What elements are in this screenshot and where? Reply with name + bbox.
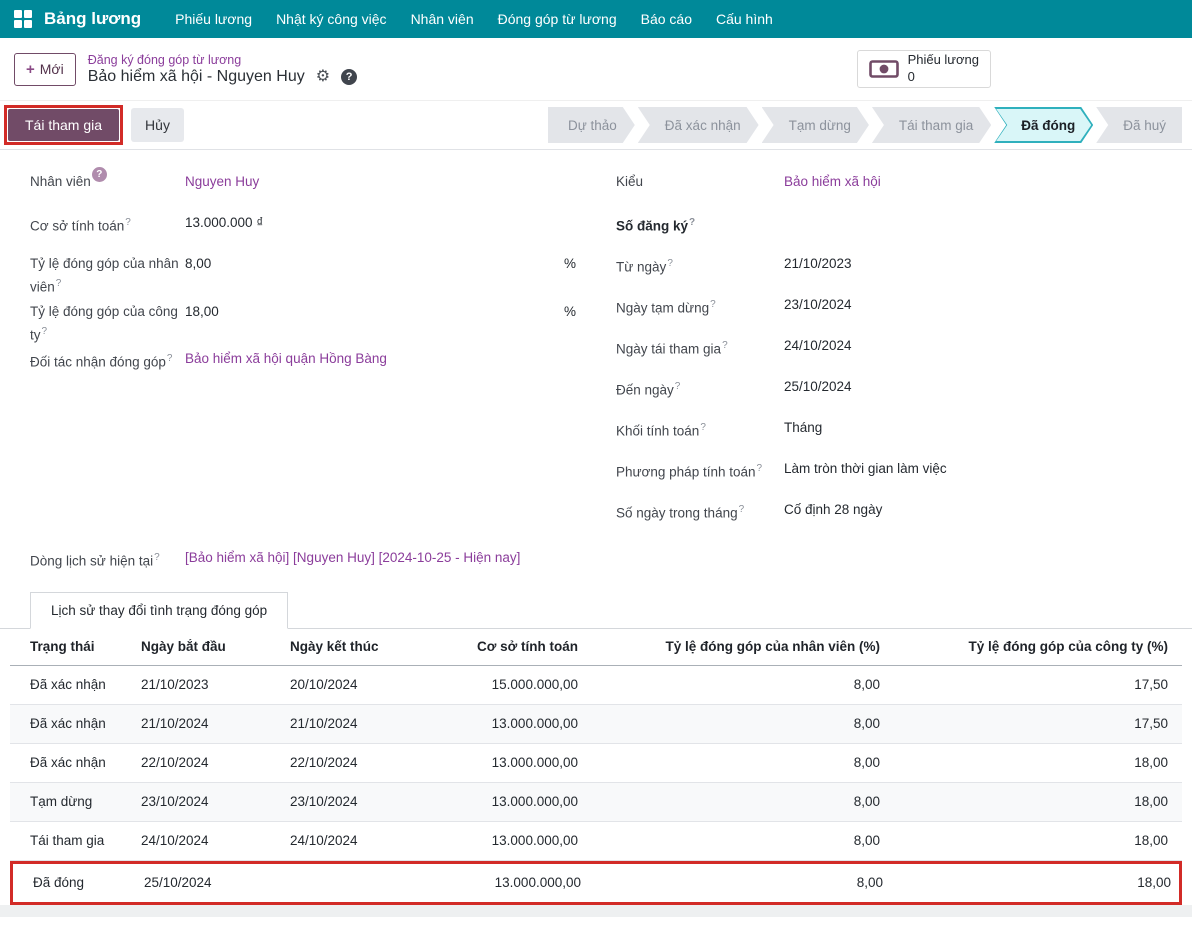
payslips-smart-button[interactable]: Phiếu lương 0 [857,50,991,88]
table-row-highlighted[interactable]: Đã đóng 25/10/2024 13.000.000,00 8,00 18… [10,861,1182,905]
status-bar: Tái tham gia Hủy Dự thảo Đã xác nhận Tạm… [0,100,1192,150]
nav-item-bao-cao[interactable]: Báo cáo [629,2,704,36]
field-help-marker: ? [125,217,131,228]
field-registration-number: Số đăng ký? [616,209,1178,250]
field-date-to: Đến ngày? 25/10/2024 [616,373,1178,414]
field-type: Kiểu Bảo hiểm xã hội [616,168,1178,209]
table-row[interactable]: Tái tham gia 24/10/2024 24/10/2024 13.00… [10,822,1182,861]
field-computation-block: Khối tính toán? Tháng [616,414,1178,455]
field-employee-rate: Tỷ lệ đóng góp của nhân viên? 8,00% [30,250,576,298]
computation-method-value[interactable]: Làm tròn thời gian làm việc [784,459,947,479]
employee-rate-value[interactable]: 8,00 [185,254,211,274]
field-help-marker: ? [710,299,716,310]
employee-link[interactable]: Nguyen Huy [185,172,259,192]
status-step-draft[interactable]: Dự thảo [548,107,635,143]
field-help-marker: ? [154,552,160,563]
annotation-box-reenroll: Tái tham gia [4,105,123,145]
header-computation-base[interactable]: Cơ sở tính toán [440,639,578,654]
smart-button-count: 0 [908,69,979,86]
percent-suffix: % [564,302,576,322]
record-title: Bảo hiểm xã hội - Nguyen Huy [88,68,305,86]
nav-item-dong-gop-tu-luong[interactable]: Đóng góp từ lương [486,2,629,36]
status-pipeline: Dự thảo Đã xác nhận Tạm dừng Tái tham gi… [548,107,1182,143]
status-step-suspended[interactable]: Tạm dừng [762,107,869,143]
help-badge-icon[interactable]: ? [92,167,107,182]
breadcrumb: Đăng ký đóng góp từ lương Bảo hiểm xã hộ… [88,52,357,86]
nav-item-nhat-ky-cong-viec[interactable]: Nhật ký công việc [264,2,399,36]
computation-block-value[interactable]: Tháng [784,418,822,438]
notebook-tabs: Lịch sử thay đổi tình trạng đóng góp [0,592,1192,629]
page-bottom-strip [0,905,1192,917]
smart-button-label: Phiếu lương [908,52,979,69]
header-date-start[interactable]: Ngày bắt đầu [141,639,290,654]
field-contribution-partner: Đối tác nhận đóng góp? Bảo hiểm xã hội q… [30,345,576,386]
nav-menu: Phiếu lương Nhật ký công việc Nhân viên … [163,2,785,36]
plus-icon: + [26,61,35,78]
help-icon[interactable]: ? [341,69,357,85]
field-computation-base: Cơ sở tính toán? 13.000.000 ₫ [30,209,576,250]
partner-link[interactable]: Bảo hiểm xã hội quận Hồng Bàng [185,349,387,369]
current-history-line-link[interactable]: [Bảo hiểm xã hội] [Nguyen Huy] [2024-10-… [185,548,520,568]
tab-contribution-history[interactable]: Lịch sử thay đổi tình trạng đóng góp [30,592,288,629]
gear-icon[interactable]: ⚙ [316,69,330,85]
field-help-marker: ? [722,340,728,351]
field-date-from: Từ ngày? 21/10/2023 [616,250,1178,291]
field-computation-method: Phương pháp tính toán? Làm tròn thời gia… [616,455,1178,496]
field-help-marker: ? [675,381,681,392]
table-row[interactable]: Tạm dừng 23/10/2024 23/10/2024 13.000.00… [10,783,1182,822]
nav-item-nhan-vien[interactable]: Nhân viên [399,2,486,36]
table-row[interactable]: Đã xác nhận 21/10/2023 20/10/2024 15.000… [10,666,1182,705]
cancel-button[interactable]: Hủy [131,108,184,142]
field-suspend-date: Ngày tạm dừng? 23/10/2024 [616,291,1178,332]
field-employee: Nhân viên? Nguyen Huy [30,168,576,209]
field-current-history-line: Dòng lịch sử hiện tại? [Bảo hiểm xã hội]… [0,537,1192,572]
field-help-marker: ? [56,278,62,289]
table-row[interactable]: Đã xác nhận 22/10/2024 22/10/2024 13.000… [10,744,1182,783]
app-name[interactable]: Bảng lương [44,9,141,29]
field-reenroll-date: Ngày tái tham gia? 24/10/2024 [616,332,1178,373]
field-help-marker: ? [757,463,763,474]
field-days-in-month: Số ngày trong tháng? Cố định 28 ngày [616,496,1178,537]
reenroll-button[interactable]: Tái tham gia [8,109,119,141]
new-button-label: Mới [40,61,64,77]
suspend-date-value[interactable]: 23/10/2024 [784,295,852,315]
banknote-icon [869,59,899,79]
table-header-row: Trạng thái Ngày bắt đầu Ngày kết thúc Cơ… [10,629,1182,666]
company-rate-value[interactable]: 18,00 [185,302,219,322]
percent-suffix: % [564,254,576,274]
type-link[interactable]: Bảo hiểm xã hội [784,172,881,192]
header-date-end[interactable]: Ngày kết thúc [290,639,440,654]
field-help-marker: ? [700,422,706,433]
status-step-closed[interactable]: Đã đóng [994,107,1093,143]
status-step-confirmed[interactable]: Đã xác nhận [638,107,759,143]
status-step-reenrolled[interactable]: Tái tham gia [872,107,991,143]
days-in-month-value[interactable]: Cố định 28 ngày [784,500,882,520]
nav-item-phieu-luong[interactable]: Phiếu lương [163,2,264,36]
form-sheet: Nhân viên? Nguyen Huy Cơ sở tính toán? 1… [0,150,1192,917]
nav-item-cau-hinh[interactable]: Cấu hình [704,2,785,36]
field-help-marker: ? [667,258,673,269]
field-help-marker: ? [739,504,745,515]
field-company-rate: Tỷ lệ đóng góp của công ty? 18,00% [30,298,576,346]
new-button[interactable]: + Mới [14,53,76,86]
table-row[interactable]: Đã xác nhận 21/10/2024 21/10/2024 13.000… [10,705,1182,744]
history-table: Trạng thái Ngày bắt đầu Ngày kết thúc Cơ… [10,629,1182,905]
breadcrumb-parent-link[interactable]: Đăng ký đóng góp từ lương [88,52,357,68]
reenroll-date-value[interactable]: 24/10/2024 [784,336,852,356]
header-employee-rate[interactable]: Tỷ lệ đóng góp của nhân viên (%) [578,639,880,654]
date-from-value[interactable]: 21/10/2023 [784,254,852,274]
field-help-marker: ? [689,217,695,228]
header-status[interactable]: Trạng thái [30,639,141,654]
computation-base-value[interactable]: 13.000.000 ₫ [185,213,263,233]
header-company-rate[interactable]: Tỷ lệ đóng góp của công ty (%) [880,639,1168,654]
status-step-cancelled[interactable]: Đã huý [1096,107,1182,143]
field-help-marker: ? [42,326,48,337]
control-panel: + Mới Đăng ký đóng góp từ lương Bảo hiểm… [0,38,1192,100]
field-help-marker: ? [167,353,173,364]
date-to-value[interactable]: 25/10/2024 [784,377,852,397]
top-navbar: Bảng lương Phiếu lương Nhật ký công việc… [0,0,1192,38]
apps-grid-icon[interactable] [14,10,32,28]
